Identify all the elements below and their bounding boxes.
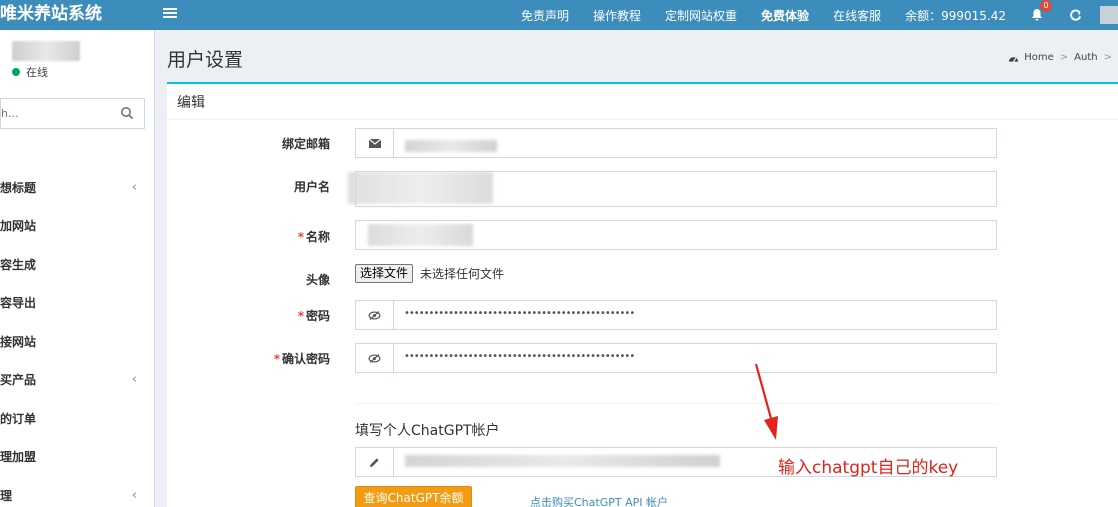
nav-custom-weight[interactable]: 定制网站权重 [665,7,737,24]
eye-slash-icon[interactable] [356,301,394,329]
box-title: 编辑 [177,95,205,111]
page-title: 用户设置 [167,49,244,71]
breadcrumb-home[interactable]: Home [1024,52,1054,63]
buy-api-account-link[interactable]: 点击购买ChatGPT API 帐户 [530,494,668,507]
file-status: 未选择任何文件 [420,267,505,281]
name-value-redacted [368,224,473,246]
chevron-left-icon: ‹ [131,179,137,195]
refresh-icon[interactable] [1066,6,1084,24]
nav-free-trial[interactable]: 免费体验 [761,7,809,24]
confirm-password-label: * 确认密码 [273,352,330,366]
app-logo[interactable]: 唯米养站系统 [0,0,155,30]
balance: 余额：999015.42 [905,7,1006,24]
envelope-icon [356,129,394,157]
sidebar-menu: 想标题 ‹ 加网站 容生成 容导出 接网站 买产品 ‹ 的订单 理加盟 理 ‹ [0,168,155,507]
sidebar-item-buy-products[interactable]: 买产品 ‹ [0,361,155,400]
sidebar-search [0,98,145,129]
online-status-label: 在线 [26,66,48,79]
chevron-left-icon: ‹ [131,487,137,503]
top-navbar: 唯米养站系统 免责声明 操作教程 定制网站权重 免费体验 在线客服 余额：999… [0,0,1118,30]
breadcrumb: Home > Auth > [1008,52,1118,63]
box-header: 编辑 [167,84,1118,120]
chatgpt-section-title: 填写个人ChatGPT帐户 [355,423,500,439]
chatgpt-key-redacted [405,455,720,467]
user-panel: 在线 [0,30,155,90]
sidebar-item-manage[interactable]: 理 ‹ [0,476,155,507]
name-label: * 名称 [297,230,330,244]
sidebar-search-input[interactable] [1,99,111,128]
user-name-redacted [12,41,80,61]
sidebar: 在线 想标题‹ 加网站 容生成 容导出 接网站 买产品‹ 的订单 理加盟 理‹ [0,30,155,507]
user-avatar[interactable] [1100,6,1118,24]
email-label: 绑定邮箱 [281,137,330,151]
online-status: 在线 [12,64,48,80]
online-dot-icon [12,68,20,76]
username-label: 用户名 [293,180,330,194]
chevron-left-icon: ‹ [131,372,137,388]
password-field-group: ••••••••••••••••••••••••••••••••••••••••… [355,300,997,330]
notification-badge: 0 [1040,0,1052,12]
sidebar-item-content-gen[interactable]: 容生成 [0,245,155,284]
password-field[interactable]: ••••••••••••••••••••••••••••••••••••••••… [404,308,634,336]
balance-label: 余额： [905,8,942,23]
nav-disclaimer[interactable]: 免责声明 [521,7,569,24]
sidebar-item-content-export[interactable]: 容导出 [0,284,155,323]
choose-file-button[interactable]: 选择文件 [355,264,414,283]
sidebar-item-connect-site[interactable]: 接网站 [0,322,155,361]
pencil-icon [356,448,394,476]
email-value-redacted [405,140,497,152]
query-balance-button[interactable]: 查询ChatGPT余额 [355,486,472,507]
form-divider [355,403,997,404]
sidebar-item-franchise[interactable]: 理加盟 [0,438,155,477]
nav-support[interactable]: 在线客服 [833,7,881,24]
username-value-redacted [348,172,493,204]
confirm-password-field-group: ••••••••••••••••••••••••••••••••••••••••… [355,343,997,373]
annotation-arrow [754,363,778,440]
avatar-label: 头像 [305,273,330,287]
nav-tutorial[interactable]: 操作教程 [593,7,641,24]
menu-toggle-icon[interactable] [163,6,177,20]
content-header: 用户设置 Home > Auth > [155,30,1118,82]
eye-slash-icon[interactable] [356,344,394,372]
notification-bell-icon[interactable]: 0 [1028,0,1052,24]
sidebar-item-add-site[interactable]: 加网站 [0,207,155,246]
confirm-password-field[interactable]: ••••••••••••••••••••••••••••••••••••••••… [404,351,634,379]
password-label: * 密码 [297,309,330,323]
sidebar-item-orders[interactable]: 的订单 [0,399,155,438]
breadcrumb-auth[interactable]: Auth [1074,52,1097,63]
search-icon[interactable] [120,106,134,120]
annotation-text: 输入chatgpt自己的key [778,458,959,478]
dashboard-icon [1009,56,1019,62]
balance-value: 999015.42 [941,8,1006,23]
sidebar-item-titles[interactable]: 想标题 ‹ [0,168,155,207]
top-nav: 免责声明 操作教程 定制网站权重 免费体验 在线客服 余额：999015.42 … [509,0,1118,30]
